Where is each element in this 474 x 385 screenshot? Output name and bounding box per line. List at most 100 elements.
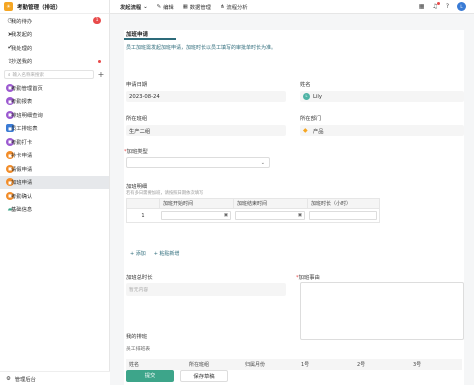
- sidebar-item-label: 员工排班表: [11, 126, 38, 133]
- app-logo-icon: ☀: [4, 2, 13, 11]
- sidebar-item-label: 基础信息: [11, 207, 33, 214]
- add-app-button[interactable]: +: [97, 70, 105, 79]
- user-chip: L Lily: [303, 93, 322, 100]
- sidebar-item-schedule-query[interactable]: ■ 排班明细查询: [0, 108, 109, 122]
- dept-name: 产品: [313, 128, 324, 135]
- calendar-icon: ▣: [223, 213, 228, 218]
- bell-icon[interactable]: ♫: [432, 2, 440, 10]
- chevron-down-icon: ⌄: [260, 160, 265, 166]
- column-header: 1号: [301, 362, 310, 368]
- sidebar-item-cc[interactable]: ⇪ 抄送我的: [0, 55, 109, 69]
- overtime-type-label: 加班类型: [124, 147, 148, 155]
- edit-button[interactable]: ✎ 编辑: [157, 3, 174, 11]
- dept-field: ◆ 产品: [300, 125, 464, 136]
- row-no-header: [127, 199, 159, 208]
- overtime-start-input[interactable]: ▣: [161, 211, 231, 220]
- dept-label: 所在部门: [300, 116, 322, 122]
- data-manage-button[interactable]: ▦ 数据管理: [183, 3, 211, 11]
- admin-backend-label: 管理后台: [14, 376, 36, 383]
- dept-chip: ◆ 产品: [303, 127, 324, 135]
- grid-icon[interactable]: ▦: [419, 3, 425, 10]
- sidebar-item-label: 补卡申请: [11, 153, 33, 160]
- total-hours-label: 加班总时长: [126, 275, 153, 281]
- overtime-detail-label: 加班明细: [126, 184, 148, 190]
- sidebar-item-label: 我处理的: [11, 45, 33, 52]
- row-number: 1: [141, 212, 145, 219]
- top-toolbar: 发起流程 ⌄ ✎ 编辑 ▦ 数据管理 ⋔ 流程分析 ▦ ♫ ? L: [110, 0, 474, 14]
- sidebar-item-label: 抄送我的: [11, 59, 33, 66]
- detail-table-header: 加班开始时间 加班结束时间 加班时长（小时）: [126, 198, 380, 209]
- sidebar-item-label: 我的待办: [11, 18, 33, 25]
- sidebar-item-base-info[interactable]: ▰ 基础信息: [0, 203, 109, 217]
- save-draft-button[interactable]: 保存草稿: [180, 370, 228, 382]
- reason-label: 加班事由: [296, 273, 320, 281]
- schedule-subtitle: 员工排班表: [126, 347, 150, 352]
- sidebar-item-overtime[interactable]: ■ 加班申请: [0, 175, 109, 189]
- sidebar-item-label: 我发起的: [11, 32, 33, 39]
- column-header: 2号: [357, 362, 366, 368]
- sidebar-item-attendance-report[interactable]: ■ 考勤报表: [0, 95, 109, 109]
- detail-actions: + 添加 + 粘贴新增: [130, 250, 180, 257]
- sidebar-item-label: 考勤打卡: [11, 139, 33, 146]
- schedule-table-header: 姓名 所在班组 归属月份 1号 2号 3号: [126, 359, 462, 370]
- user-avatar: L: [303, 93, 310, 100]
- column-header: 所在班组: [189, 362, 210, 368]
- sidebar-item-label: 考勤管理首页: [11, 85, 43, 92]
- unread-dot: [98, 60, 101, 63]
- sidebar-item-initiated[interactable]: ➤ 我发起的: [0, 28, 109, 42]
- chevron-down-icon: ⌄: [143, 3, 148, 10]
- submit-button[interactable]: 提交: [126, 370, 174, 382]
- name-label: 姓名: [300, 82, 311, 88]
- edit-label: 编辑: [163, 4, 174, 11]
- sidebar-item-attendance-home[interactable]: ■ 考勤管理首页: [0, 81, 109, 95]
- tab-active-indicator: [124, 38, 176, 40]
- process-analysis-button[interactable]: ⋔ 流程分析: [220, 3, 248, 11]
- overtime-hours-input[interactable]: [309, 211, 377, 220]
- reason-textarea[interactable]: [300, 282, 464, 340]
- apply-date-label: 申请日期: [126, 82, 148, 88]
- overtime-end-input[interactable]: ▣: [235, 211, 305, 220]
- data-manage-label: 数据管理: [189, 4, 211, 11]
- flow-icon: ⋔: [219, 3, 225, 10]
- help-icon[interactable]: ?: [446, 3, 449, 10]
- sidebar-item-clock-in[interactable]: ■ 考勤打卡: [0, 135, 109, 149]
- sidebar-item-confirm[interactable]: ■ 考勤确认: [0, 189, 109, 203]
- form-description: 员工加班需发起加班申请，加班时长以员工填写的审批单时长为准。: [126, 45, 277, 51]
- column-header: 姓名: [129, 362, 140, 368]
- search-placeholder: 输入名称来搜索: [12, 72, 45, 78]
- start-process-dropdown[interactable]: 发起流程 ⌄: [120, 3, 148, 11]
- paste-add-link[interactable]: + 粘贴新增: [154, 250, 180, 257]
- avatar[interactable]: L: [457, 2, 466, 11]
- overtime-detail-hint: 若有多日需要加班，请按照日期依次填写: [126, 191, 204, 196]
- sidebar: ☀ 考勤管理（排班） ◷ 我的待办 1 ➤ 我发起的 ✔ 我处理的 ⇪ 抄送我的…: [0, 0, 110, 385]
- admin-backend-link[interactable]: ⚙ 管理后台: [0, 371, 110, 385]
- table-icon: ▦: [182, 3, 188, 10]
- sidebar-item-staff-schedule[interactable]: ■ 员工排班表: [0, 122, 109, 136]
- calendar-icon: ▣: [297, 213, 302, 218]
- name-field: L Lily: [300, 91, 464, 102]
- overtime-detail-table: 加班开始时间 加班结束时间 加班时长（小时） 1 ▣ ▣: [126, 198, 380, 223]
- department-icon: ◆: [303, 127, 308, 134]
- group-label: 所在班组: [126, 116, 148, 122]
- sidebar-item-label: 加班申请: [11, 180, 33, 187]
- overtime-type-select[interactable]: ⌄: [126, 157, 270, 168]
- add-row-link[interactable]: + 添加: [130, 250, 146, 257]
- search-icon: ⌕: [8, 72, 11, 78]
- group-field: 生产二组: [126, 125, 286, 136]
- sidebar-item-handled[interactable]: ✔ 我处理的: [0, 41, 109, 55]
- sidebar-item-makeup-card[interactable]: ■ 补卡申请: [0, 149, 109, 163]
- tab-overtime-apply[interactable]: 加班申请: [126, 30, 148, 38]
- todo-count-badge: 1: [93, 17, 101, 24]
- sidebar-item-label: 考勤确认: [11, 193, 33, 200]
- column-header: 归属月份: [245, 362, 266, 368]
- sidebar-item-todo[interactable]: ◷ 我的待办 1: [0, 14, 109, 28]
- total-hours-field: 暂无内容: [126, 283, 286, 296]
- app-header: ☀ 考勤管理（排班）: [0, 0, 109, 14]
- sidebar-item-leave[interactable]: ■ 请假申请: [0, 162, 109, 176]
- column-header: 3号: [413, 362, 422, 368]
- column-header: 加班结束时间: [233, 199, 307, 208]
- start-process-label: 发起流程: [120, 4, 142, 11]
- sidebar-search-input[interactable]: ⌕ 输入名称来搜索: [4, 70, 94, 79]
- process-analysis-label: 流程分析: [226, 4, 248, 11]
- apply-date-field: 2023-08-24: [126, 91, 286, 102]
